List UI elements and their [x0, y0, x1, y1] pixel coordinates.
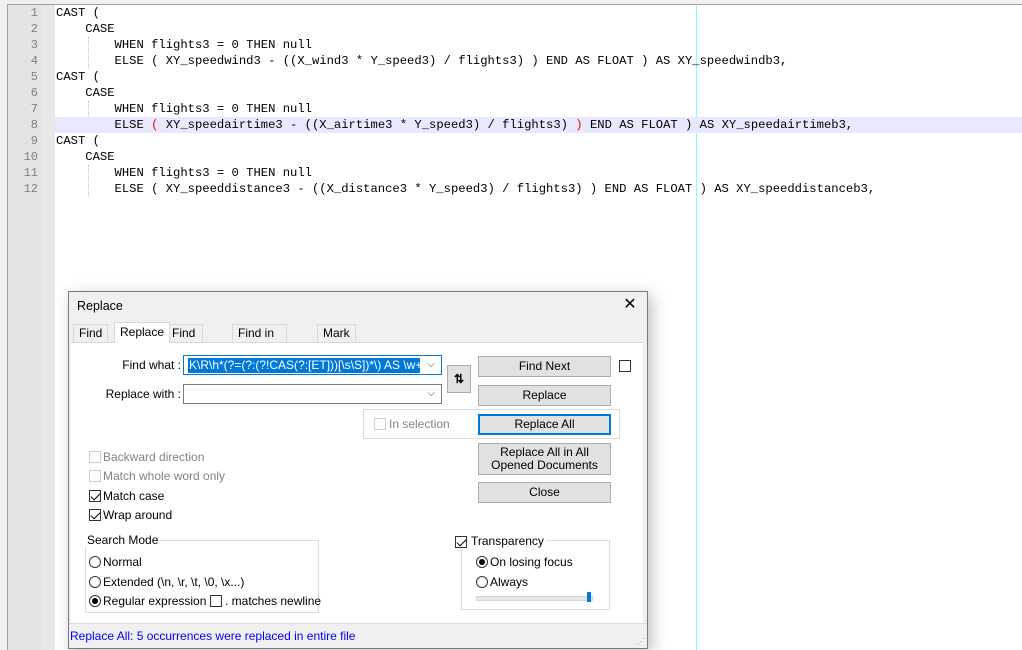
in-selection-checkbox[interactable]: [374, 418, 386, 430]
replace-button[interactable]: Replace: [478, 385, 611, 406]
line-number: 6: [30, 86, 38, 100]
line-number: 11: [23, 166, 38, 180]
line-number: 12: [23, 182, 38, 196]
search-mode-normal-radio[interactable]: [89, 556, 101, 568]
line-number: 8: [30, 118, 38, 132]
search-mode-extended-label: Extended (\n, \r, \t, \0, \x...): [103, 575, 245, 589]
search-mode-title: Search Mode: [85, 533, 161, 547]
line-number: 1: [30, 6, 38, 20]
code-line: 3 WHEN flights3 = 0 THEN null: [0, 37, 1022, 53]
transparency-slider-thumb[interactable]: [587, 592, 591, 602]
line-text: WHEN flights3 = 0 THEN null: [56, 166, 312, 180]
close-button[interactable]: Close: [478, 482, 611, 503]
code-line: 11 WHEN flights3 = 0 THEN null: [0, 165, 1022, 181]
line-text: CAST (: [56, 6, 100, 20]
line-text: CASE: [56, 86, 115, 100]
transparency-slider-track[interactable]: [476, 596, 593, 601]
line-text-pre: ELSE: [56, 118, 152, 132]
search-mode-extended-radio[interactable]: [89, 576, 101, 588]
matches-newline-label: . matches newline: [225, 594, 322, 608]
replace-all-in-opened-documents-button[interactable]: Replace All in All Opened Documents: [478, 443, 611, 475]
line-text: CAST (: [56, 70, 100, 84]
always-label: Always: [490, 575, 529, 589]
line-number: 5: [30, 70, 38, 84]
match-case-label: Match case: [103, 489, 165, 503]
line-text: CASE: [56, 150, 115, 164]
line-number: 9: [30, 134, 38, 148]
line-text: WHEN flights3 = 0 THEN null: [56, 102, 312, 116]
chevron-down-icon[interactable]: ⌵: [424, 357, 438, 373]
on-losing-focus-label: On losing focus: [490, 555, 573, 569]
code-line: 9 CAST (: [0, 133, 1022, 149]
line-number: 7: [30, 102, 38, 116]
code-line: 4 ELSE ( XY_speedwind3 - ((X_wind3 * Y_s…: [0, 53, 1022, 69]
code-line: 10 CASE: [0, 149, 1022, 165]
matches-newline-checkbox[interactable]: [210, 595, 222, 607]
match-case-checkbox[interactable]: [89, 490, 101, 502]
match-whole-word-label: Match whole word only: [103, 469, 226, 483]
code-line: 1 CAST (: [0, 5, 1022, 21]
match-whole-word-checkbox[interactable]: [89, 470, 101, 482]
transparency-checkbox[interactable]: [455, 536, 467, 548]
brace-match-close: ): [575, 118, 583, 132]
dialog-title: Replace: [77, 299, 123, 313]
line-text-mid: XY_speedairtime3 - ((X_airtime3 * Y_spee…: [158, 118, 576, 132]
on-losing-focus-radio[interactable]: [476, 556, 488, 568]
wrap-around-checkbox[interactable]: [89, 509, 101, 521]
search-mode-normal-label: Normal: [103, 555, 142, 569]
replace-tab-panel: Find what : K\R\h*(?=(?:(?!CAS(?:[ET]))[…: [71, 342, 643, 624]
backward-direction-checkbox[interactable]: [89, 451, 101, 463]
find-what-label: Find what :: [122, 358, 181, 372]
line-text: CASE: [56, 22, 115, 36]
find-next-button[interactable]: Find Next: [478, 356, 611, 377]
code-line: 7 WHEN flights3 = 0 THEN null: [0, 101, 1022, 117]
line-text: ELSE ( XY_speedairtime3 - ((X_airtime3 *…: [56, 117, 854, 133]
code-line: 2 CASE: [0, 21, 1022, 37]
replace-all-button[interactable]: Replace All: [478, 414, 611, 435]
search-mode-regex-label: Regular expression: [103, 594, 207, 608]
replace-with-input[interactable]: ⌵: [183, 384, 442, 404]
tab-find-in-files[interactable]: Find in Files: [166, 324, 204, 374]
search-mode-regex-radio[interactable]: [89, 595, 101, 607]
line-number: 2: [30, 22, 38, 36]
tab-find-in-projects[interactable]: Find in Projects: [232, 324, 288, 357]
find-what-value: K\R\h*(?=(?:(?!CAS(?:[ET]))[\s\S])*\) AS…: [188, 358, 420, 373]
find-what-input[interactable]: K\R\h*(?=(?:(?!CAS(?:[ET]))[\s\S])*\) AS…: [183, 355, 442, 375]
backward-direction-label: Backward direction: [103, 450, 205, 464]
replace-with-label: Replace with :: [105, 387, 181, 401]
code-line-current: 8 ELSE ( XY_speedairtime3 - ((X_airtime3…: [0, 117, 1022, 133]
line-number: 10: [23, 150, 38, 164]
code-line: 6 CASE: [0, 85, 1022, 101]
transparency-label: Transparency: [469, 534, 546, 548]
code-line: 12 ELSE ( XY_speeddistance3 - ((X_distan…: [0, 181, 1022, 197]
always-radio[interactable]: [476, 576, 488, 588]
line-number: 3: [30, 38, 38, 52]
replace-dialog: Replace ✕ Find Replace Find in Files Fin…: [68, 291, 648, 649]
swap-arrows-icon[interactable]: ⇅: [447, 365, 471, 393]
line-text: CAST (: [56, 134, 100, 148]
code-line: 5 CAST (: [0, 69, 1022, 85]
chevron-down-icon[interactable]: ⌵: [424, 386, 438, 402]
close-icon[interactable]: ✕: [621, 296, 639, 314]
resize-grip-icon[interactable]: ⋰: [637, 638, 645, 646]
line-text: WHEN flights3 = 0 THEN null: [56, 38, 312, 52]
tab-mark[interactable]: Mark: [317, 324, 356, 342]
line-number: 4: [30, 54, 38, 68]
status-message: Replace All: 5 occurrences were replaced…: [70, 629, 356, 643]
status-bar: Replace All: 5 occurrences were replaced…: [69, 623, 647, 648]
tab-replace[interactable]: Replace: [114, 322, 171, 343]
tab-find[interactable]: Find: [73, 324, 109, 342]
wrap-around-label: Wrap around: [103, 508, 173, 522]
in-selection-label: In selection: [389, 417, 450, 431]
line-text: ELSE ( XY_speeddistance3 - ((X_distance3…: [56, 182, 876, 196]
line-text: ELSE ( XY_speedwind3 - ((X_wind3 * Y_spe…: [56, 54, 788, 68]
line-text-post: END AS FLOAT ) AS XY_speedairtimeb3,: [582, 118, 854, 132]
find-next-option-checkbox[interactable]: [619, 360, 631, 372]
